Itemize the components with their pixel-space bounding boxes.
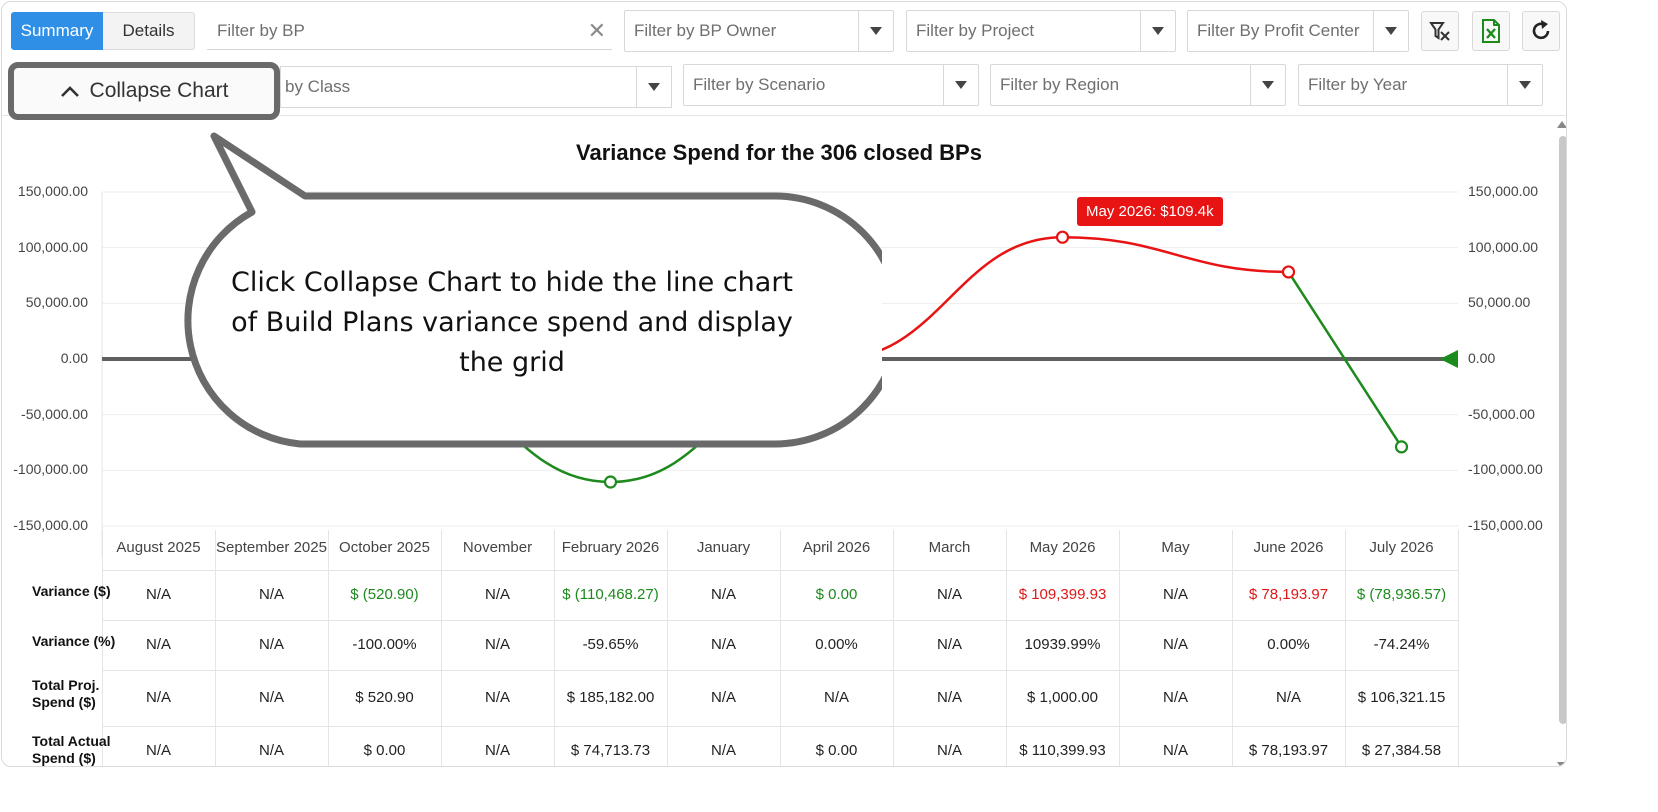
month-label: April 2026 xyxy=(802,539,871,556)
grid-cell: 0.00% xyxy=(1267,636,1310,653)
grid-row-divider xyxy=(102,620,1458,621)
month-label: November xyxy=(462,539,533,556)
grid-cell: N/A xyxy=(258,586,284,603)
grid-cell: N/A xyxy=(258,636,284,653)
callout-text: Click Collapse Chart to hide the line ch… xyxy=(230,267,794,378)
month-label: September 2025 xyxy=(216,539,327,556)
grid-cell: N/A xyxy=(484,586,510,603)
series-line-segment-positive xyxy=(1062,235,1289,274)
grid-cell: -59.65% xyxy=(582,636,639,653)
scroll-down-icon[interactable] xyxy=(1557,760,1567,767)
grid-cell: $ 109,399.93 xyxy=(1018,586,1107,603)
data-point xyxy=(1281,265,1296,279)
app-window: Summary Details Filter by BP ✕ Filter by… xyxy=(1,1,1567,767)
grid-cell: N/A xyxy=(936,586,962,603)
chart-tooltip: May 2026: $109.4k xyxy=(1077,197,1223,226)
month-label: January xyxy=(696,539,751,556)
grid-cell: $ 0.00 xyxy=(815,742,858,759)
grid-cell: N/A xyxy=(1275,689,1301,706)
grid-cell: N/A xyxy=(1162,636,1188,653)
grid-cell: $ 78,193.97 xyxy=(1248,586,1329,603)
grid-cell: -74.24% xyxy=(1373,636,1430,653)
data-point xyxy=(1055,230,1070,244)
grid-cell: N/A xyxy=(936,636,962,653)
scrollbar-thumb[interactable] xyxy=(1559,136,1566,724)
grid-cell: N/A xyxy=(1162,586,1188,603)
grid-cell: N/A xyxy=(1162,742,1188,759)
grid-cell: N/A xyxy=(936,742,962,759)
grid-cell: N/A xyxy=(710,689,736,706)
grid-row-divider xyxy=(102,726,1458,727)
grid-cell: $ 1,000.00 xyxy=(1027,689,1098,706)
month-label: August 2025 xyxy=(116,539,201,556)
grid-cell: 10939.99% xyxy=(1024,636,1101,653)
grid-cell: $ 106,321.15 xyxy=(1357,689,1446,706)
grid-row-divider xyxy=(102,570,1458,571)
grid-cell: $ 110,399.93 xyxy=(1019,742,1106,759)
month-label: July 2026 xyxy=(1369,539,1434,556)
scroll-up-icon[interactable] xyxy=(1557,120,1567,130)
grid-cell: N/A xyxy=(145,689,171,706)
grid-cell: N/A xyxy=(710,636,736,653)
grid-cell: N/A xyxy=(145,636,171,653)
data-point xyxy=(1394,440,1409,454)
grid-cell: $ 27,384.58 xyxy=(1361,742,1442,759)
month-label: May xyxy=(1161,539,1190,556)
collapse-chart-label: Collapse Chart xyxy=(89,79,229,102)
grid-row-divider xyxy=(102,670,1458,671)
grid-cell: $ 185,182.00 xyxy=(566,689,655,706)
grid-cell: $ 520.90 xyxy=(355,689,414,706)
grid-cell: $ 78,193.97 xyxy=(1248,742,1329,759)
month-label: October 2025 xyxy=(339,539,430,556)
baseline-marker-icon xyxy=(1440,350,1458,368)
grid-cell: $ 0.00 xyxy=(815,586,858,603)
grid-cell: $ 0.00 xyxy=(363,742,406,759)
grid-cell: N/A xyxy=(823,689,849,706)
grid-cell: -100.00% xyxy=(352,636,417,653)
grid-cell: $ 74,713.73 xyxy=(570,742,651,759)
grid-cell: N/A xyxy=(258,742,284,759)
month-label: February 2026 xyxy=(561,539,660,556)
grid-cell: N/A xyxy=(1162,689,1188,706)
grid-cell: 0.00% xyxy=(815,636,858,653)
grid-cell: N/A xyxy=(258,689,284,706)
month-label: June 2026 xyxy=(1253,539,1324,556)
grid-cell: $ (78,936.57) xyxy=(1356,586,1447,603)
data-point xyxy=(603,475,618,489)
grid-cell: N/A xyxy=(710,586,736,603)
grid-cell: $ (520.90) xyxy=(350,586,419,603)
month-label: May 2026 xyxy=(1029,539,1096,556)
grid-cell: N/A xyxy=(936,689,962,706)
grid-cell: N/A xyxy=(484,636,510,653)
collapse-chart-button[interactable]: Collapse Chart xyxy=(8,62,280,120)
grid-cell: N/A xyxy=(710,742,736,759)
grid-cell: N/A xyxy=(484,742,510,759)
grid-cell: N/A xyxy=(145,586,171,603)
month-label: March xyxy=(928,539,971,556)
grid-cell: N/A xyxy=(484,689,510,706)
grid-column-divider xyxy=(1458,530,1459,766)
grid-cell: $ (110,468.27) xyxy=(562,586,659,603)
chevron-up-icon xyxy=(60,86,79,97)
grid-cell: N/A xyxy=(145,742,171,759)
